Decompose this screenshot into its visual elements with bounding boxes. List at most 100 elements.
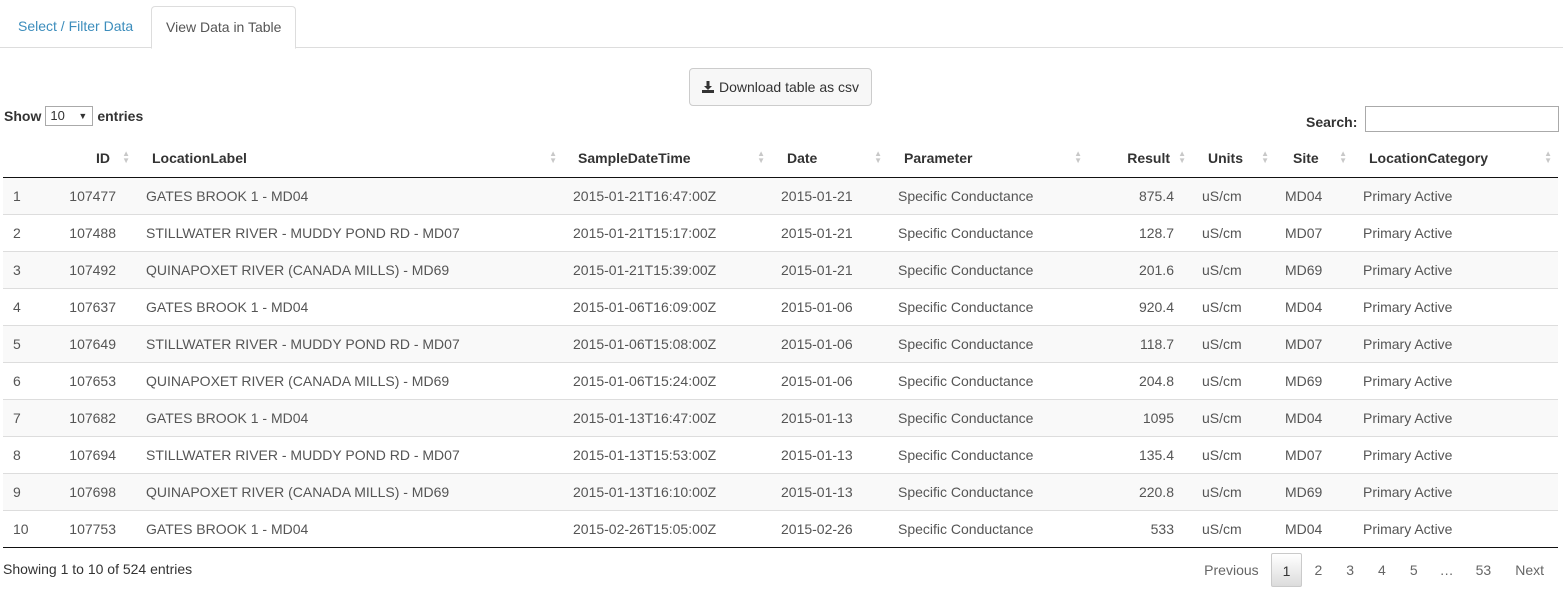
table-row[interactable]: 6 107653 QUINAPOXET RIVER (CANADA MILLS) -… <box>3 361 1558 399</box>
cell-site: MD04 <box>1275 177 1353 214</box>
column-header-sampledatetime[interactable]: SampleDateTime ▲ ▼ <box>563 139 771 178</box>
column-header-parameter[interactable]: Parameter ▲ ▼ <box>888 139 1088 178</box>
cell-result: 533 <box>1088 509 1192 548</box>
column-header-units[interactable]: Units ▲ ▼ <box>1192 139 1275 178</box>
tab-bar: Select / Filter Data View Data in Table <box>0 0 1563 49</box>
cell-id: 107649 <box>58 324 136 362</box>
cell-sampledatetime: 2015-01-21T15:17:00Z <box>563 213 771 251</box>
cell-sampledatetime: 2015-01-06T15:24:00Z <box>563 361 771 399</box>
cell-id: 107753 <box>58 509 136 548</box>
cell-sampledatetime: 2015-01-06T16:09:00Z <box>563 287 771 325</box>
column-header-locationcategory[interactable]: LocationCategory ▲ ▼ <box>1353 139 1558 178</box>
cell-units: uS/cm <box>1192 250 1275 288</box>
cell-index: 4 <box>3 287 58 325</box>
cell-index: 8 <box>3 435 58 473</box>
tab-select-filter-data[interactable]: Select / Filter Data <box>4 6 147 48</box>
cell-site: MD69 <box>1275 250 1353 288</box>
cell-site: MD07 <box>1275 324 1353 362</box>
cell-sampledatetime: 2015-01-21T16:47:00Z <box>563 177 771 214</box>
cell-index: 5 <box>3 324 58 362</box>
cell-units: uS/cm <box>1192 509 1275 548</box>
table-row[interactable]: 8 107694 STILLWATER RIVER - MUDDY POND RD … <box>3 435 1558 473</box>
pagination-page-5[interactable]: 5 <box>1398 553 1430 587</box>
cell-result: 201.6 <box>1088 250 1192 288</box>
pagination-page-4[interactable]: 4 <box>1366 553 1398 587</box>
cell-date: 2015-01-13 <box>771 435 888 473</box>
pagination-page-2[interactable]: 2 <box>1302 553 1334 587</box>
pagination-page-1[interactable]: 1 <box>1270 553 1303 587</box>
cell-id: 107682 <box>58 398 136 436</box>
search-input[interactable] <box>1365 106 1560 132</box>
cell-locationlabel: QUINAPOXET RIVER (CANADA MILLS) - MD69 <box>136 472 563 510</box>
tab-view-data-in-table[interactable]: View Data in Table <box>151 6 297 49</box>
table-row[interactable]: 7 107682 GATES BROOK 1 - MD04 2015-01-13T16… <box>3 398 1558 436</box>
table-row[interactable]: 9 107698 QUINAPOXET RIVER (CANADA MILLS) -… <box>3 472 1558 510</box>
cell-date: 2015-01-21 <box>771 213 888 251</box>
table-row[interactable]: 1 107477 GATES BROOK 1 - MD04 2015-01-21T16… <box>3 177 1558 214</box>
cell-locationcategory: Primary Active <box>1353 361 1558 399</box>
table-row[interactable]: 3 107492 QUINAPOXET RIVER (CANADA MILLS) -… <box>3 250 1558 288</box>
entries-length-control: Show 10 ▼ entries <box>4 106 143 126</box>
table-row[interactable]: 2 107488 STILLWATER RIVER - MUDDY POND RD … <box>3 213 1558 251</box>
cell-units: uS/cm <box>1192 213 1275 251</box>
column-header-locationlabel[interactable]: LocationLabel ▲ ▼ <box>136 139 563 178</box>
column-header-index[interactable] <box>3 139 58 178</box>
cell-units: uS/cm <box>1192 472 1275 510</box>
cell-locationlabel: QUINAPOXET RIVER (CANADA MILLS) - MD69 <box>136 361 563 399</box>
pagination-previous[interactable]: Previous <box>1192 553 1270 587</box>
cell-date: 2015-01-06 <box>771 287 888 325</box>
cell-date: 2015-01-21 <box>771 250 888 288</box>
table-row[interactable]: 10 107753 GATES BROOK 1 - MD04 2015-02-26T1… <box>3 509 1558 548</box>
cell-site: MD07 <box>1275 435 1353 473</box>
cell-index: 10 <box>3 509 58 548</box>
cell-locationcategory: Primary Active <box>1353 472 1558 510</box>
cell-result: 920.4 <box>1088 287 1192 325</box>
cell-locationcategory: Primary Active <box>1353 287 1558 325</box>
cell-id: 107637 <box>58 287 136 325</box>
cell-index: 3 <box>3 250 58 288</box>
sort-icon: ▲ ▼ <box>1074 149 1082 165</box>
column-header-result[interactable]: Result ▲ ▼ <box>1088 139 1192 178</box>
table-header-row: ID ▲ ▼ LocationLabel ▲ ▼ SampleDateTime ▲ ▼ Da… <box>3 139 1558 178</box>
sort-icon: ▲ ▼ <box>1261 149 1269 165</box>
pagination-ellipsis: … <box>1439 562 1454 578</box>
pagination-page-3[interactable]: 3 <box>1334 553 1366 587</box>
download-csv-label: Download table as csv <box>718 79 860 95</box>
cell-locationlabel: STILLWATER RIVER - MUDDY POND RD - MD07 <box>136 213 563 251</box>
table-row[interactable]: 4 107637 GATES BROOK 1 - MD04 2015-01-06T16… <box>3 287 1558 325</box>
cell-parameter: Specific Conductance <box>888 361 1088 399</box>
sort-icon: ▲ ▼ <box>1178 149 1186 165</box>
cell-date: 2015-01-21 <box>771 177 888 214</box>
table-row[interactable]: 5 107649 STILLWATER RIVER - MUDDY POND RD … <box>3 324 1558 362</box>
cell-sampledatetime: 2015-02-26T15:05:00Z <box>563 509 771 548</box>
cell-locationcategory: Primary Active <box>1353 177 1558 214</box>
cell-date: 2015-02-26 <box>771 509 888 548</box>
cell-result: 135.4 <box>1088 435 1192 473</box>
cell-id: 107694 <box>58 435 136 473</box>
sort-icon: ▲ ▼ <box>549 149 557 165</box>
cell-site: MD69 <box>1275 361 1353 399</box>
cell-sampledatetime: 2015-01-13T16:10:00Z <box>563 472 771 510</box>
cell-date: 2015-01-13 <box>771 472 888 510</box>
cell-site: MD69 <box>1275 472 1353 510</box>
cell-locationlabel: QUINAPOXET RIVER (CANADA MILLS) - MD69 <box>136 250 563 288</box>
cell-index: 2 <box>3 213 58 251</box>
sort-icon: ▲ ▼ <box>122 149 130 165</box>
download-csv-button[interactable]: Download table as csv <box>689 68 872 106</box>
cell-date: 2015-01-06 <box>771 324 888 362</box>
column-header-id[interactable]: ID ▲ ▼ <box>58 139 136 178</box>
pagination: Previous 1 2 3 4 5 … 53 Next <box>1192 553 1556 587</box>
cell-site: MD04 <box>1275 398 1353 436</box>
cell-locationcategory: Primary Active <box>1353 213 1558 251</box>
entries-per-page-select[interactable]: 10 ▼ <box>45 106 94 126</box>
cell-parameter: Specific Conductance <box>888 509 1088 548</box>
search-control: Search: <box>1306 106 1560 132</box>
cell-id: 107698 <box>58 472 136 510</box>
cell-index: 7 <box>3 398 58 436</box>
column-header-date[interactable]: Date ▲ ▼ <box>771 139 888 178</box>
cell-locationlabel: GATES BROOK 1 - MD04 <box>136 509 563 548</box>
pagination-next[interactable]: Next <box>1503 553 1556 587</box>
cell-id: 107492 <box>58 250 136 288</box>
column-header-site[interactable]: Site ▲ ▼ <box>1275 139 1353 178</box>
pagination-page-53[interactable]: 53 <box>1464 553 1504 587</box>
